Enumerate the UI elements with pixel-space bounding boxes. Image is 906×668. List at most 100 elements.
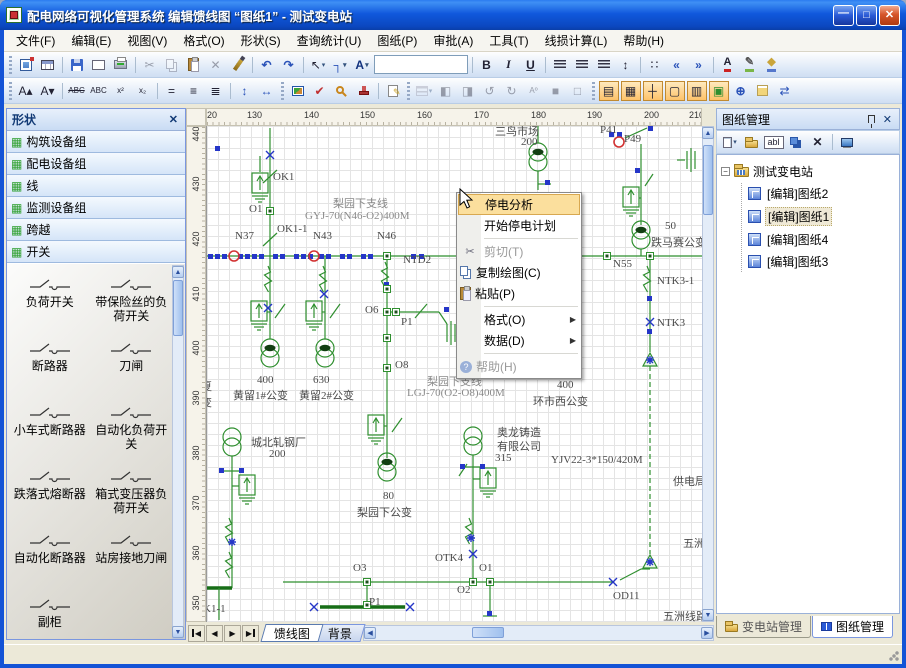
- copy-sheet-icon[interactable]: [786, 132, 806, 152]
- stencil-dropout-fuse[interactable]: 跌落式熔断器: [9, 460, 91, 524]
- tree-item-sheet1[interactable]: [编辑]图纸1: [746, 205, 897, 228]
- minimize-button[interactable]: —: [833, 5, 854, 26]
- guides-toggle[interactable]: ┼: [643, 81, 663, 101]
- connection-point-toggle[interactable]: ▣: [709, 81, 729, 101]
- tab-feeder-diagram[interactable]: 馈线图: [260, 624, 323, 642]
- flip-vertical-icon[interactable]: ◨: [458, 81, 478, 101]
- tree-item-sheet2[interactable]: [编辑]图纸2: [746, 183, 897, 204]
- bullet-list-icon[interactable]: ∷: [645, 55, 665, 75]
- align-center-icon[interactable]: [572, 55, 592, 75]
- nav-first-page[interactable]: ◀: [188, 625, 205, 642]
- scroll-up-icon[interactable]: ▲: [702, 127, 714, 139]
- spacing-double-icon[interactable]: ≡: [184, 81, 204, 101]
- send-to-back-icon[interactable]: □: [568, 81, 588, 101]
- stencil-automated-load-switch[interactable]: 自动化负荷开关: [91, 396, 173, 460]
- delete-sheet-icon[interactable]: ✕: [808, 132, 828, 152]
- redo-icon[interactable]: ↷: [279, 55, 299, 75]
- stamp-icon[interactable]: [354, 81, 374, 101]
- menu-item-copy-drawing[interactable]: 复制绘图(C): [458, 262, 580, 283]
- italic-icon[interactable]: I: [499, 55, 519, 75]
- browse-search-icon[interactable]: [332, 81, 352, 101]
- nav-next-page[interactable]: ▶: [224, 625, 241, 642]
- menu-item-cut[interactable]: ✂ 剪切(T): [458, 241, 580, 262]
- stencil-scrollbar[interactable]: ▲ ▼: [172, 265, 184, 639]
- superscript-icon[interactable]: x²: [111, 81, 131, 101]
- menu-tools[interactable]: 工具(T): [481, 30, 536, 51]
- edit-note-icon[interactable]: [383, 81, 403, 101]
- pin-icon[interactable]: [868, 115, 875, 123]
- scrollbar-thumb[interactable]: [703, 145, 713, 215]
- align-left-icon[interactable]: [550, 55, 570, 75]
- menu-approval[interactable]: 审批(A): [425, 30, 481, 51]
- font-color-icon[interactable]: A: [718, 55, 738, 75]
- close-button[interactable]: ✕: [879, 5, 900, 26]
- shape-properties-icon[interactable]: [753, 81, 773, 101]
- scroll-left-icon[interactable]: ◀: [364, 627, 376, 639]
- shapes-panel-close-icon[interactable]: ✕: [167, 113, 180, 126]
- sheet-manager-close-icon[interactable]: ✕: [881, 113, 894, 126]
- scroll-down-icon[interactable]: ▼: [172, 626, 184, 638]
- stencil-fused-load-switch[interactable]: 带保险丝的负荷开关: [91, 268, 173, 332]
- scroll-right-icon[interactable]: ▶: [701, 627, 713, 639]
- stencil-automated-circuit-breaker[interactable]: 自动化断路器: [9, 524, 91, 588]
- menu-line-loss-calc[interactable]: 线损计算(L): [537, 30, 616, 51]
- strikethrough-icon[interactable]: ABC: [67, 81, 87, 101]
- tree-expander-icon[interactable]: −: [721, 167, 730, 176]
- undo-icon[interactable]: ↶: [257, 55, 277, 75]
- spacing-wide-icon[interactable]: ≣: [206, 81, 226, 101]
- group-distribution-equipment[interactable]: ▦ 配电设备组: [7, 153, 185, 175]
- open-sheet-icon[interactable]: [742, 132, 762, 152]
- menu-view[interactable]: 视图(V): [119, 30, 175, 51]
- rotate-right-icon[interactable]: ↻: [502, 81, 522, 101]
- tab-sheet-manager[interactable]: 图纸管理: [812, 616, 893, 638]
- scrollbar-thumb[interactable]: [472, 627, 504, 638]
- scroll-up-icon[interactable]: ▲: [172, 266, 184, 278]
- group-structure-equipment[interactable]: ▦ 构筑设备组: [7, 131, 185, 153]
- group-crossing[interactable]: ▦ 跨越: [7, 219, 185, 241]
- canvas-horizontal-scrollbar[interactable]: ◀ ▶: [363, 625, 714, 641]
- resize-grip[interactable]: [888, 650, 900, 662]
- maximize-button[interactable]: □: [856, 5, 877, 26]
- bold-icon[interactable]: B: [477, 55, 497, 75]
- page-break-toggle[interactable]: ▥: [687, 81, 707, 101]
- menu-edit[interactable]: 编辑(E): [63, 30, 119, 51]
- scroll-down-icon[interactable]: ▼: [702, 609, 714, 621]
- menu-help[interactable]: 帮助(H): [615, 30, 672, 51]
- menu-item-format[interactable]: 格式(O) ▶: [458, 309, 580, 330]
- group-monitoring-equipment[interactable]: ▦ 监测设备组: [7, 197, 185, 219]
- menu-file[interactable]: 文件(F): [8, 30, 63, 51]
- pan-zoom-icon[interactable]: ⊕: [731, 81, 751, 101]
- menu-item-start-outage-plan[interactable]: 开始停电计划: [458, 215, 580, 236]
- rename-sheet-icon[interactable]: abl: [764, 136, 784, 149]
- fill-color-icon[interactable]: ◆: [762, 55, 782, 75]
- feeder-table-icon[interactable]: [38, 55, 58, 75]
- stencil-auxiliary-cabinet[interactable]: 副柜: [9, 588, 91, 639]
- align-right-icon[interactable]: [594, 55, 614, 75]
- align-shapes-icon[interactable]: ▾: [414, 81, 434, 101]
- tree-item-sheet4[interactable]: [编辑]图纸4: [746, 229, 897, 250]
- vertical-text-icon[interactable]: ↕: [616, 55, 636, 75]
- menu-shape[interactable]: 形状(S): [233, 30, 289, 51]
- flip-horizontal-icon[interactable]: ◧: [436, 81, 456, 101]
- delete-icon[interactable]: ✕: [206, 55, 226, 75]
- pointer-tool-icon[interactable]: ↖▾: [308, 55, 328, 75]
- menu-sheet[interactable]: 图纸(P): [369, 30, 425, 51]
- underline-icon[interactable]: U: [521, 55, 541, 75]
- stencil-trolley-circuit-breaker[interactable]: 小车式断路器: [9, 396, 91, 460]
- spacing-single-icon[interactable]: =: [162, 81, 182, 101]
- bring-to-front-icon[interactable]: ■: [546, 81, 566, 101]
- selection-net-toggle[interactable]: ▢: [665, 81, 685, 101]
- row-spacing-icon[interactable]: ↕: [235, 81, 255, 101]
- font-shrink-icon[interactable]: A▾: [38, 81, 58, 101]
- nav-last-page[interactable]: ▶: [242, 625, 259, 642]
- save-icon[interactable]: [67, 55, 87, 75]
- font-name-combo[interactable]: [374, 55, 468, 74]
- menu-item-data[interactable]: 数据(D) ▶: [458, 330, 580, 351]
- stencil-box-transformer-load-switch[interactable]: 箱式变压器负荷开关: [91, 460, 173, 524]
- new-feeder-icon[interactable]: [16, 55, 36, 75]
- stencil-load-switch[interactable]: 负荷开关: [9, 268, 91, 332]
- connector-tool-icon[interactable]: ┐▾: [330, 55, 350, 75]
- nav-prev-page[interactable]: ◀: [206, 625, 223, 642]
- insert-image-icon[interactable]: [288, 81, 308, 101]
- new-sheet-icon[interactable]: ▾: [720, 132, 740, 152]
